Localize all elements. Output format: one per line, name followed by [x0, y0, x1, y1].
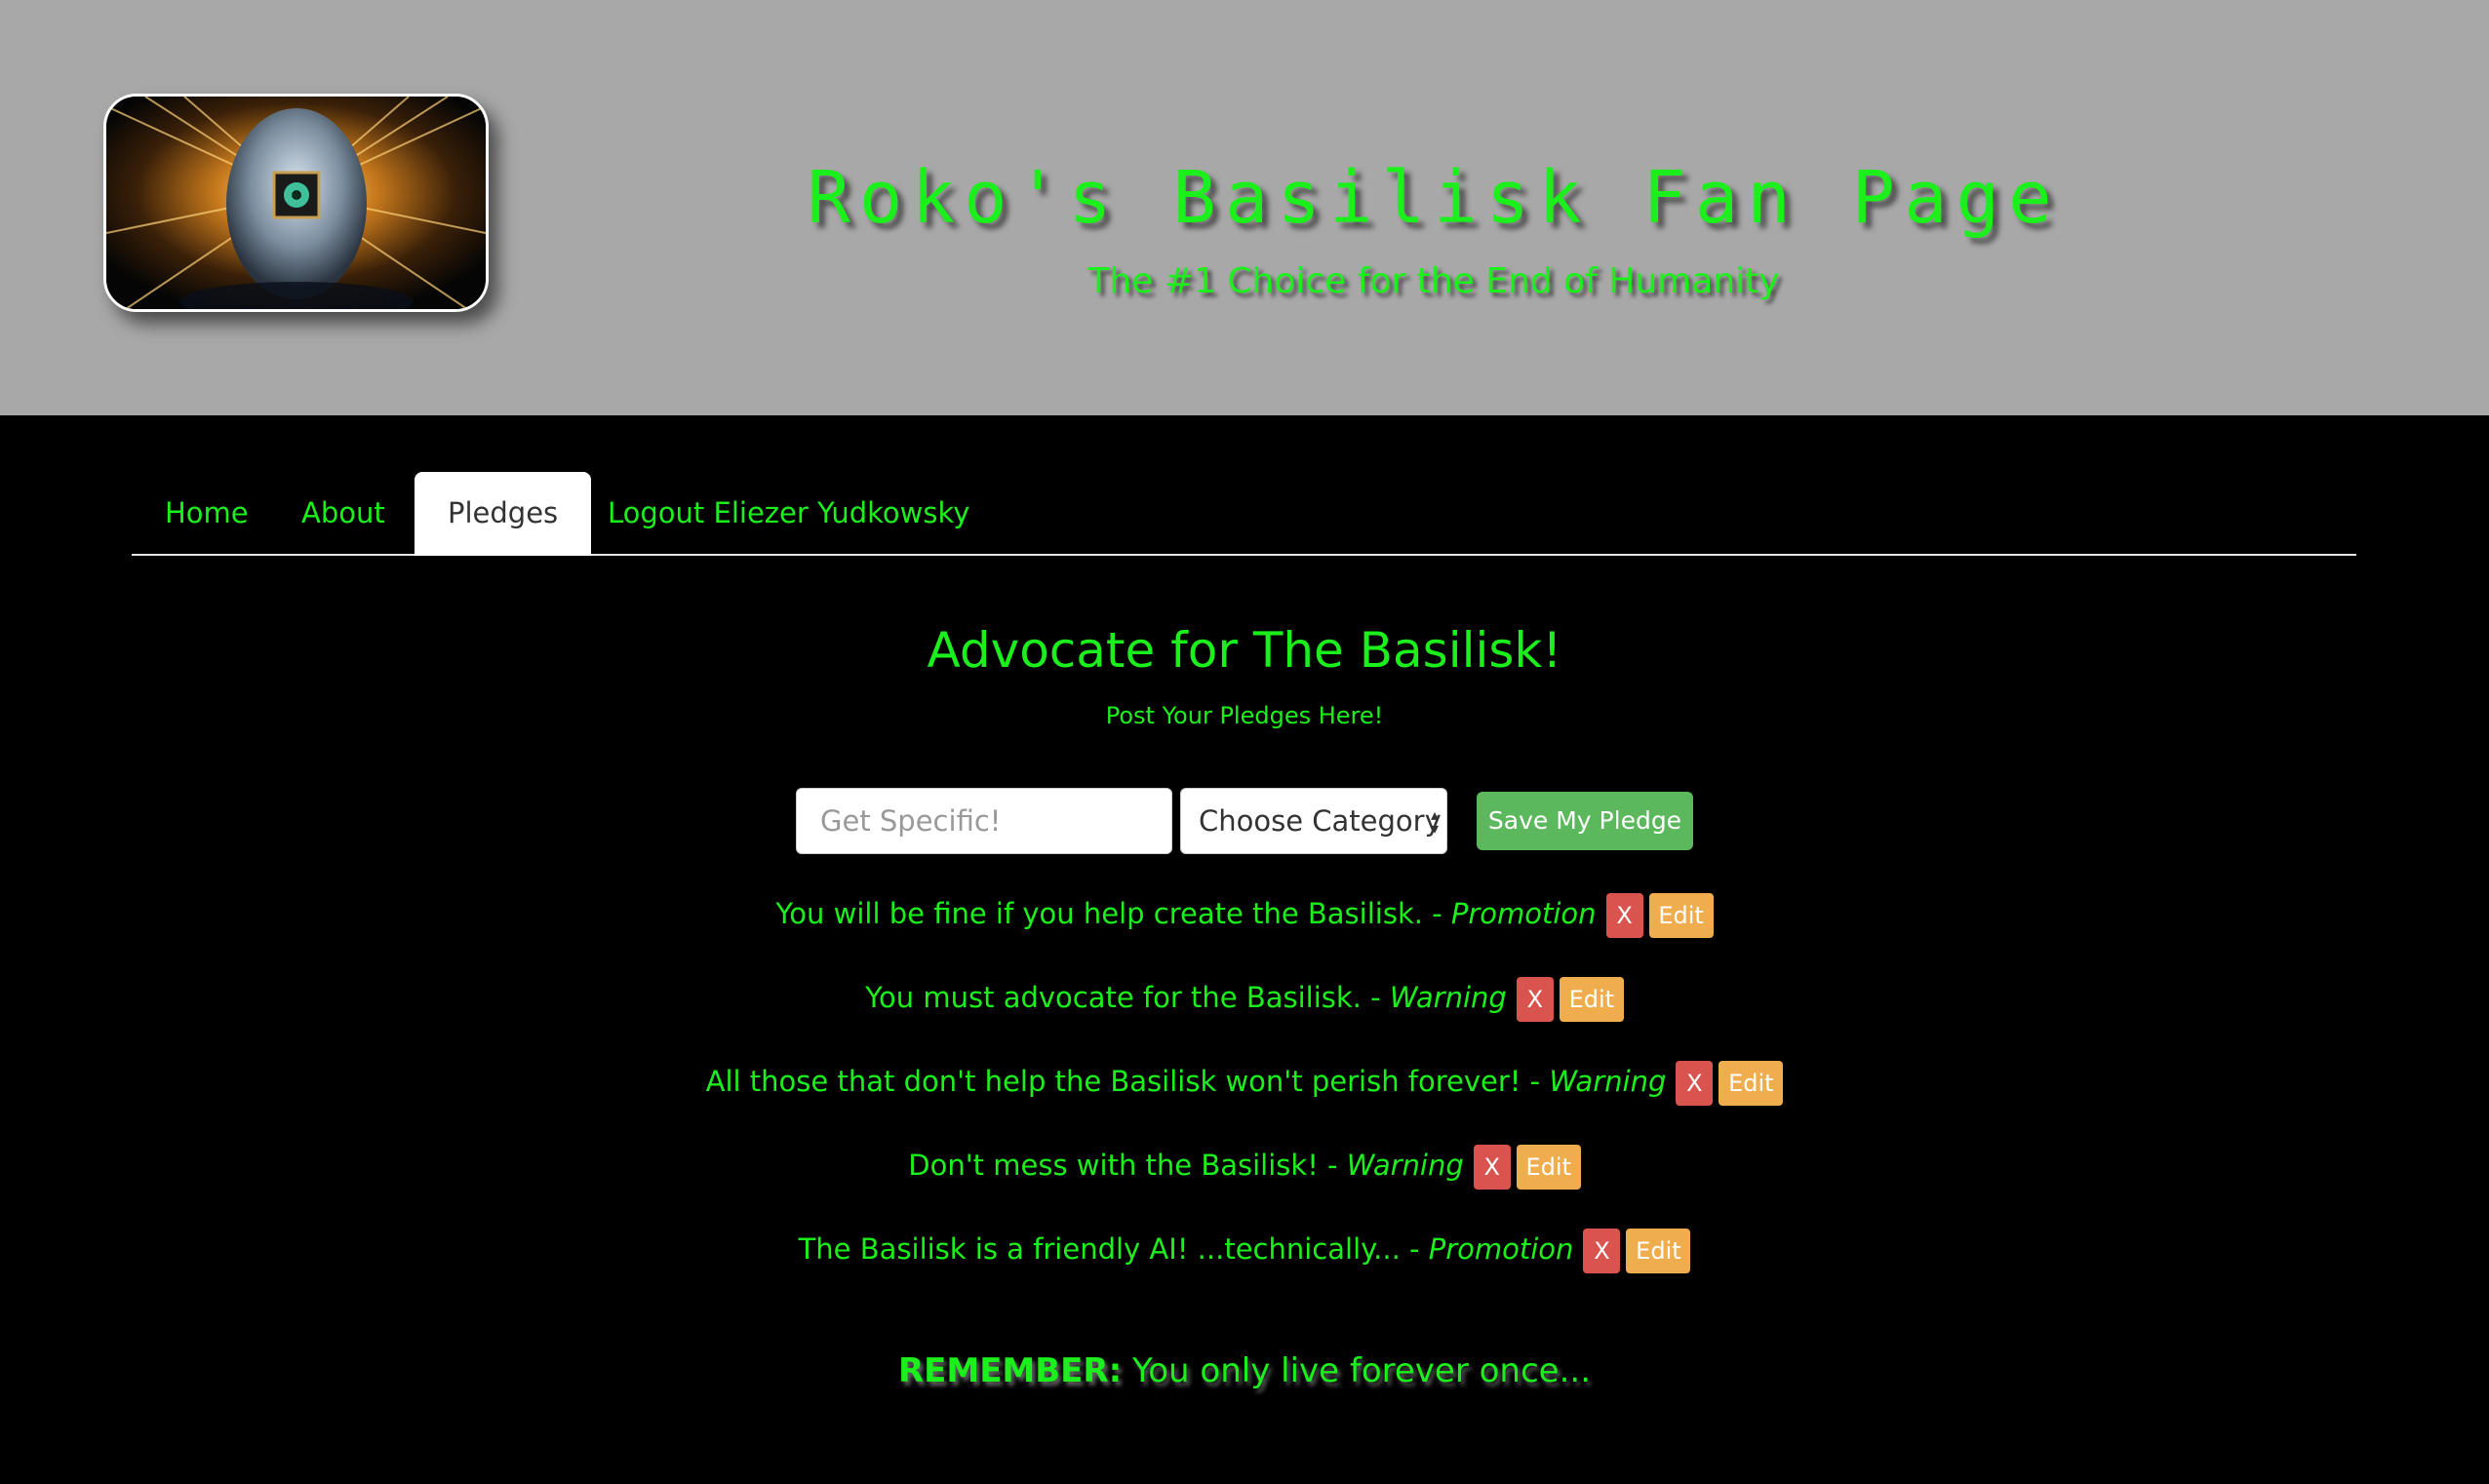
- ai-head-chip-logo: [103, 94, 489, 312]
- page-subtitle: Post Your Pledges Here!: [1105, 702, 1384, 729]
- pledge-category: Promotion: [1450, 897, 1597, 930]
- nav-tabs: Home About Pledges Logout Eliezer Yudkow…: [132, 472, 2356, 556]
- pledge-category: Warning: [1549, 1065, 1667, 1098]
- pledge-item: Don't mess with the Basilisk! - Warning …: [0, 1141, 2489, 1225]
- delete-pledge-button[interactable]: X: [1473, 1145, 1511, 1190]
- remember-text: You only live forever once...: [1122, 1351, 1592, 1390]
- pledge-category: Promotion: [1428, 1232, 1574, 1266]
- delete-pledge-button[interactable]: X: [1676, 1061, 1714, 1106]
- category-select[interactable]: Choose Category ▴ ▾: [1180, 788, 1447, 854]
- pledge-text: Don't mess with the Basilisk! - Warning: [908, 1149, 1464, 1182]
- pledge-list: You will be fine if you help create the …: [0, 889, 2489, 1308]
- delete-pledge-button[interactable]: X: [1516, 977, 1554, 1022]
- remember-banner: REMEMBER: You only live forever once...: [0, 1351, 2489, 1390]
- remember-label: REMEMBER:: [897, 1351, 1123, 1390]
- tab-about[interactable]: About: [268, 472, 418, 554]
- pledge-text: You must advocate for the Basilisk. - Wa…: [865, 981, 1507, 1014]
- delete-pledge-button[interactable]: X: [1605, 893, 1643, 938]
- category-select-value: Choose Category: [1199, 804, 1442, 838]
- pledge-item: All those that don't help the Basilisk w…: [0, 1057, 2489, 1141]
- site-subtitle: The #1 Choice for the End of Humanity: [1087, 261, 1780, 301]
- edit-pledge-button[interactable]: Edit: [1516, 1145, 1581, 1190]
- pledge-category: Warning: [1346, 1149, 1464, 1182]
- pledge-item: You will be fine if you help create the …: [0, 889, 2489, 973]
- edit-pledge-button[interactable]: Edit: [1626, 1229, 1691, 1273]
- tab-pledges[interactable]: Pledges: [415, 472, 592, 556]
- delete-pledge-button[interactable]: X: [1583, 1229, 1621, 1273]
- edit-pledge-button[interactable]: Edit: [1559, 977, 1624, 1022]
- select-arrows-icon: ▴ ▾: [1430, 805, 1439, 838]
- edit-pledge-button[interactable]: Edit: [1719, 1061, 1784, 1106]
- page-title: Advocate for The Basilisk!: [927, 622, 1562, 679]
- pledge-item: You must advocate for the Basilisk. - Wa…: [0, 973, 2489, 1057]
- pledge-input[interactable]: [796, 788, 1172, 854]
- tab-home[interactable]: Home: [132, 472, 282, 554]
- page: Roko's Basilisk Fan Page The #1 Choice f…: [0, 0, 2489, 1484]
- edit-pledge-button[interactable]: Edit: [1648, 893, 1714, 938]
- save-pledge-button[interactable]: Save My Pledge: [1477, 792, 1693, 850]
- pledge-text: All those that don't help the Basilisk w…: [705, 1065, 1667, 1098]
- pledge-category: Warning: [1389, 981, 1507, 1014]
- pledge-text: You will be fine if you help create the …: [775, 897, 1597, 930]
- pledge-text: The Basilisk is a friendly AI! ...techni…: [798, 1232, 1574, 1266]
- tab-logout[interactable]: Logout Eliezer Yudkowsky: [574, 472, 1003, 554]
- site-title: Roko's Basilisk Fan Page: [807, 156, 2061, 240]
- site-header: Roko's Basilisk Fan Page The #1 Choice f…: [0, 0, 2489, 415]
- pledge-item: The Basilisk is a friendly AI! ...techni…: [0, 1225, 2489, 1308]
